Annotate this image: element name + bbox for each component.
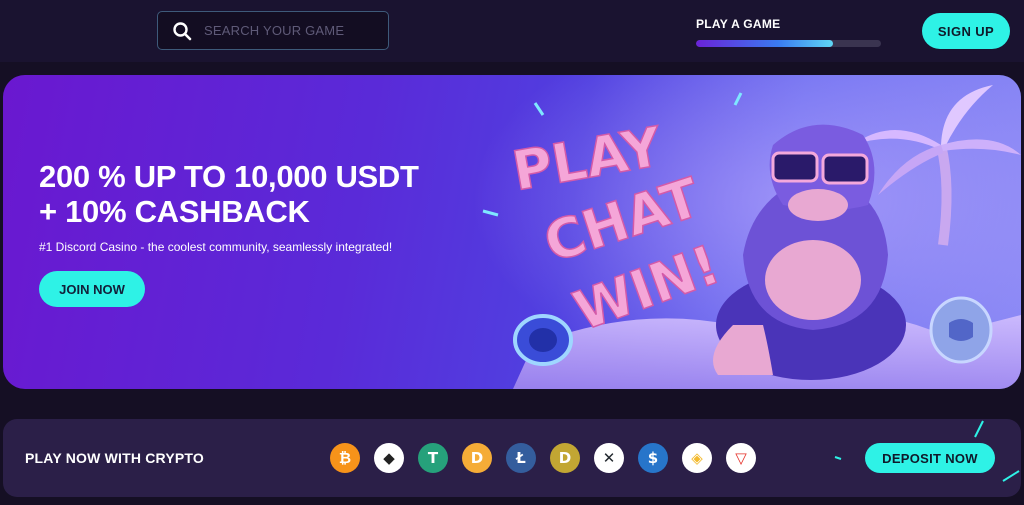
tron-icon: ▽ (726, 443, 756, 473)
join-now-button[interactable]: JOIN NOW (39, 271, 145, 307)
progress-fill (696, 40, 833, 47)
usdc-icon: $ (638, 443, 668, 473)
binance-coin-icon: ◈ (682, 443, 712, 473)
dogecoin-icon: D (550, 443, 580, 473)
xrp-icon: ✕ (594, 443, 624, 473)
sign-up-button[interactable]: SIGN UP (922, 13, 1010, 49)
litecoin-icon: Ł (506, 443, 536, 473)
ethereum-icon: ◆ (374, 443, 404, 473)
progress-label: PLAY A GAME (696, 17, 781, 31)
progress-track (696, 40, 881, 47)
tether-icon: T (418, 443, 448, 473)
crypto-coin-list: ₿ ◆ T D Ł D ✕ $ ◈ ▽ (330, 443, 756, 473)
banner-title-line1: 200 % UP TO 10,000 USDT (39, 159, 419, 194)
crypto-label: PLAY NOW WITH CRYPTO (25, 450, 205, 466)
dai-icon: D (462, 443, 492, 473)
top-header: PLAY A GAME SIGN UP (0, 0, 1024, 62)
play-progress: PLAY A GAME (696, 17, 882, 47)
banner-title: 200 % UP TO 10,000 USDT + 10% CASHBACK (39, 159, 499, 229)
discord-coin-icon (929, 296, 993, 364)
search-icon (173, 21, 192, 40)
banner-subtitle: #1 Discord Casino - the coolest communit… (39, 240, 393, 254)
bitcoin-icon: ₿ (330, 443, 360, 473)
search-box[interactable] (157, 11, 389, 50)
banner-title-line2: + 10% CASHBACK (39, 194, 310, 229)
crypto-bar: PLAY NOW WITH CRYPTO ₿ ◆ T D Ł D ✕ $ ◈ ▽ DEPOSIT … (3, 419, 1021, 497)
banner-artwork: PLAY CHAT WIN! (473, 75, 1021, 389)
search-input[interactable] (204, 23, 374, 38)
poker-chip-icon (513, 314, 573, 366)
promo-banner[interactable]: 200 % UP TO 10,000 USDT + 10% CASHBACK #… (3, 75, 1021, 389)
deposit-now-button[interactable]: DEPOSIT NOW (865, 443, 995, 473)
